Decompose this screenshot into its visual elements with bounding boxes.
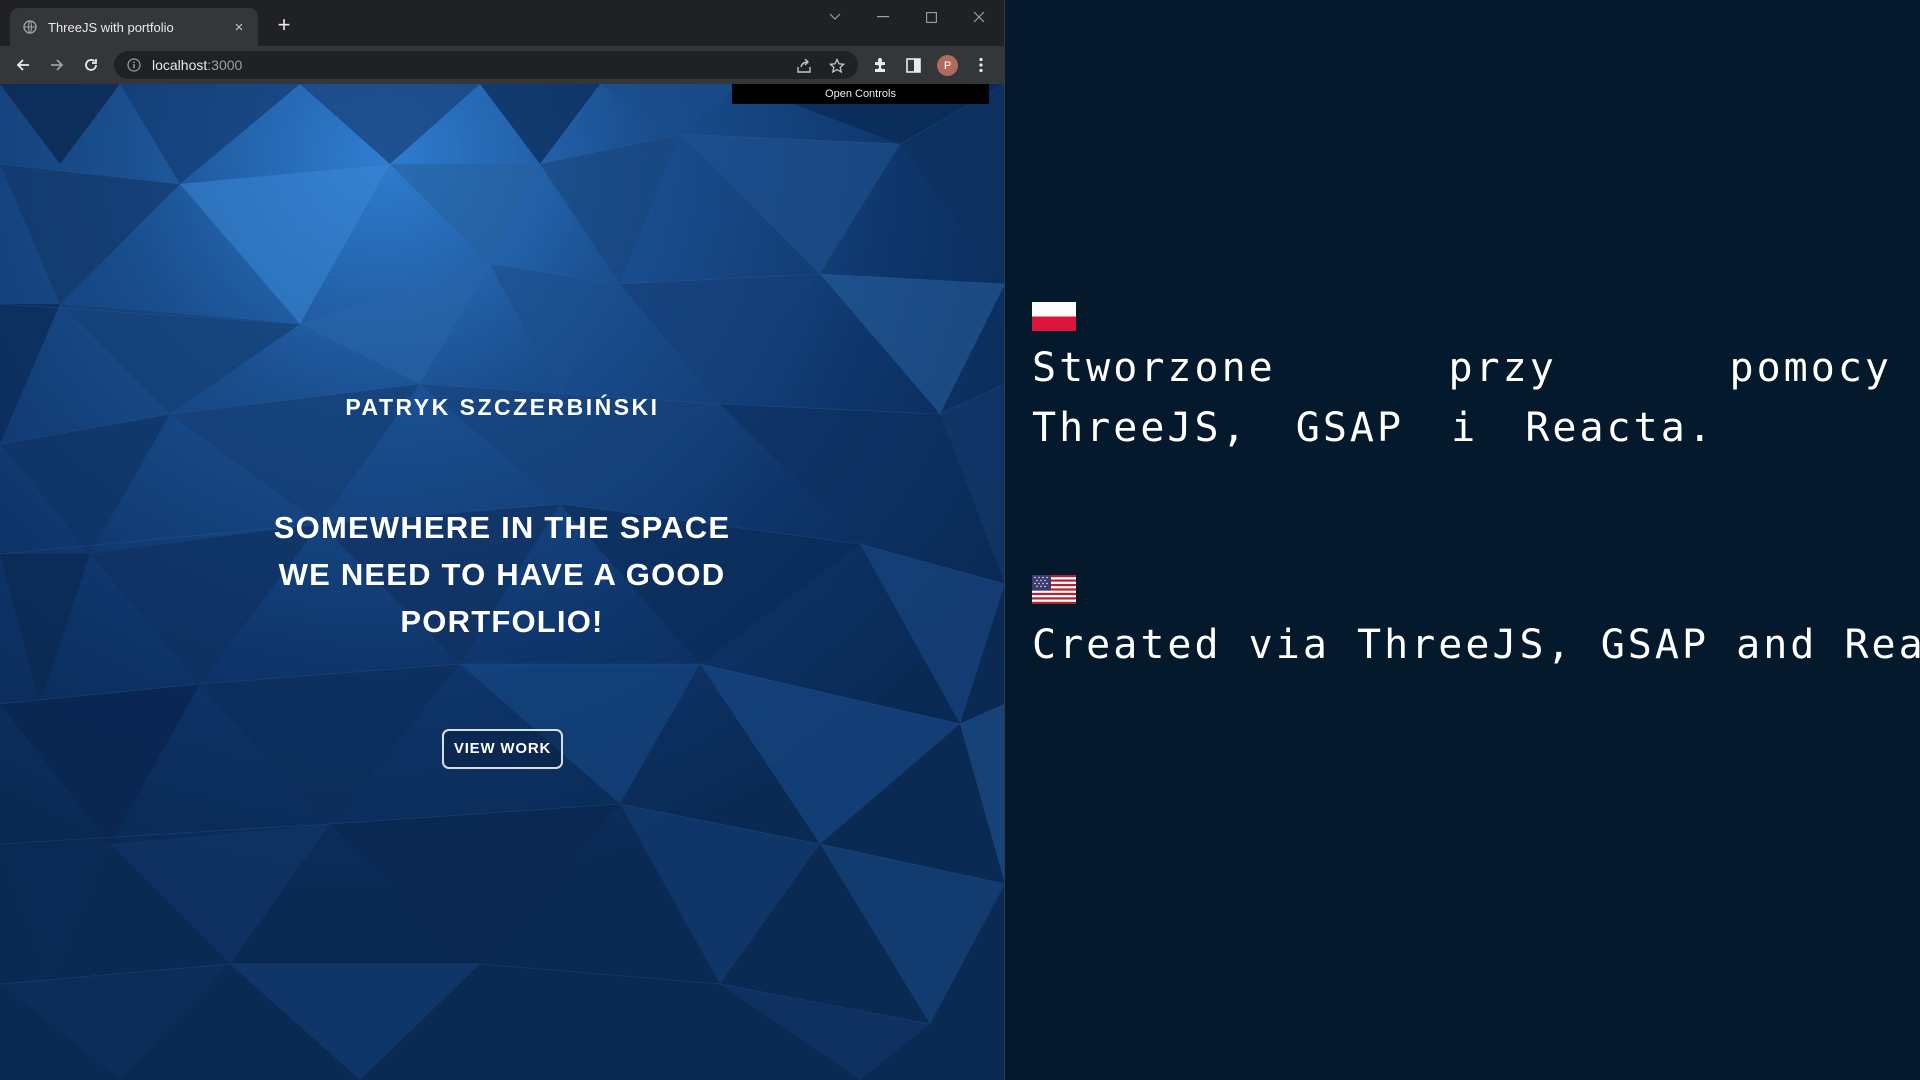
address-bar[interactable]: localhost:3000 [114,51,858,79]
browser-tab[interactable]: ThreeJS with portfolio × [10,8,258,46]
reload-icon[interactable] [78,52,104,78]
usa-flag-icon [1032,575,1076,604]
caption-english: Created via ThreeJS, GSAP and React. [1032,622,1920,668]
profile-avatar[interactable]: P [937,55,958,76]
bookmark-star-icon[interactable] [828,57,846,75]
tab-title: ThreeJS with portfolio [48,19,174,35]
info-icon[interactable] [126,57,142,73]
url-host: localhost [152,57,208,73]
globe-icon [22,19,38,35]
new-tab-button[interactable]: + [272,14,296,38]
hero-name: PATRYK SZCZERBIŃSKI [345,394,660,420]
minimize-icon[interactable] [863,4,903,30]
page-viewport: Open Controls PATRYK SZCZERBIŃSKI SOMEWH… [0,84,1004,1080]
tab-close-icon[interactable]: × [230,18,248,36]
hero-headline: SOMEWHERE IN THE SPACE WE NEED TO HAVE A… [273,510,731,639]
browser-window: ThreeJS with portfolio × + localhost:30… [0,0,1005,1080]
back-icon[interactable] [10,52,36,78]
caption-polish: Stworzone przy pomocy ThreeJS, GSAP i Re… [1032,345,1892,451]
poland-flag-icon [1032,302,1076,331]
forward-icon[interactable] [44,52,70,78]
chevron-down-icon[interactable] [815,4,855,30]
side-panel-icon[interactable] [902,54,924,76]
caption-panel: Stworzone przy pomocy ThreeJS, GSAP i Re… [1006,0,1920,1080]
share-icon[interactable] [795,57,813,75]
close-icon[interactable] [959,4,999,30]
maximize-icon[interactable] [911,4,951,30]
view-work-button[interactable]: VIEW WORK [442,729,563,769]
open-controls-button[interactable]: Open Controls [732,84,989,104]
tab-strip: ThreeJS with portfolio × + [0,0,1004,46]
extensions-icon[interactable] [869,54,891,76]
url-port: :3000 [207,57,243,73]
browser-toolbar: localhost:3000 P [0,46,1004,84]
menu-kebab-icon[interactable] [970,54,992,76]
